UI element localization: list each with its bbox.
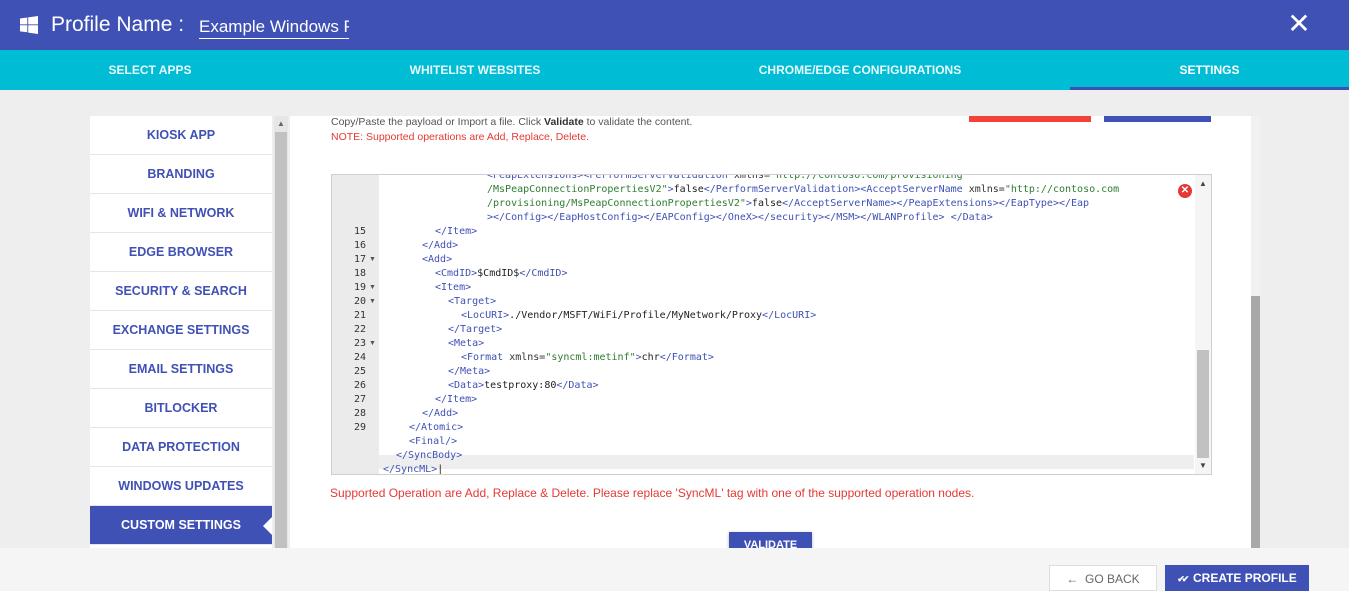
- editor-scroll-thumb[interactable]: [1197, 350, 1209, 458]
- sidebar-item-bitlocker[interactable]: BITLOCKER: [90, 389, 272, 428]
- line-number: 21: [353, 310, 366, 321]
- code-line: </Add>: [422, 240, 459, 251]
- scroll-up-icon[interactable]: ▲: [1199, 179, 1207, 188]
- code-line: <LocURI>./Vendor/MSFT/WiFi/Profile/MyNet…: [461, 310, 817, 321]
- validate-button[interactable]: VALIDATE: [729, 532, 812, 548]
- code-line: <Final/>: [409, 436, 458, 447]
- code-line: </SyncBody>: [396, 450, 463, 461]
- sidebar-item-exchange-settings[interactable]: EXCHANGE SETTINGS: [90, 311, 272, 350]
- sidebar-item-security-search[interactable]: SECURITY & SEARCH: [90, 272, 272, 311]
- sidebar-item-data-protection[interactable]: DATA PROTECTION: [90, 428, 272, 467]
- custom-settings-panel: Copy/Paste the payload or Import a file.…: [290, 116, 1251, 548]
- line-number: 16: [353, 240, 366, 251]
- close-icon[interactable]: ✕: [1287, 10, 1311, 38]
- fold-toggle-icon[interactable]: ▼: [369, 337, 376, 351]
- export-button[interactable]: [1104, 116, 1211, 122]
- tab-bar: SELECT APPS WHITELIST WEBSITES CHROME/ED…: [0, 50, 1349, 90]
- sidebar-item-email-settings[interactable]: EMAIL SETTINGS: [90, 350, 272, 389]
- code-line: ></Config></EapHostConfig></EAPConfig></…: [487, 212, 993, 223]
- line-number: 19: [353, 282, 366, 293]
- code-line: <CmdID>$CmdID$</CmdID>: [435, 268, 568, 279]
- line-number: 27: [353, 394, 366, 405]
- code-line: </Atomic>: [409, 422, 464, 433]
- code-line: <Add>: [422, 254, 453, 265]
- create-profile-label: CREATE PROFILE: [1192, 571, 1297, 585]
- fold-toggle-icon[interactable]: ▼: [369, 281, 376, 295]
- line-number: 22: [353, 324, 366, 335]
- line-number: 26: [353, 380, 366, 391]
- profile-name-label: Profile Name :: [51, 13, 185, 36]
- line-number: 25: [353, 366, 366, 377]
- error-icon[interactable]: ✕: [1178, 184, 1192, 198]
- line-number: 17: [353, 254, 366, 265]
- tab-settings[interactable]: SETTINGS: [1070, 50, 1349, 90]
- footer-bar: ← GO BACK ✔✔ CREATE PROFILE: [0, 548, 1349, 591]
- supported-operations-note: NOTE: Supported operations are Add, Repl…: [331, 131, 589, 143]
- fold-toggle-icon[interactable]: ▼: [369, 295, 376, 309]
- sidebar-item-edge-browser[interactable]: EDGE BROWSER: [90, 233, 272, 272]
- page-scrollbar[interactable]: [1251, 116, 1260, 548]
- code-line: </Target>: [448, 324, 503, 335]
- line-number: 29: [353, 422, 366, 433]
- line-number: 20: [353, 296, 366, 307]
- code-area[interactable]: <PeapExtensions><PerformServerValidation…: [379, 175, 1194, 474]
- go-back-label: GO BACK: [1084, 572, 1140, 586]
- sidebar-item-windows-updates[interactable]: WINDOWS UPDATES: [90, 467, 272, 506]
- code-line: /provisioning/MsPeapConnectionProperties…: [487, 198, 1090, 209]
- code-line: /MsPeapConnectionPropertiesV2">false</Pe…: [487, 184, 1120, 195]
- code-line: <PeapExtensions><PerformServerValidation…: [487, 174, 963, 181]
- sidebar-scroll-thumb[interactable]: [275, 132, 287, 548]
- code-line: <Data>testproxy:80</Data>: [448, 380, 599, 391]
- active-line-highlight: [379, 455, 1194, 469]
- create-profile-button[interactable]: ✔✔ CREATE PROFILE: [1165, 565, 1309, 591]
- code-line: <Target>: [448, 296, 497, 307]
- scroll-up-icon[interactable]: ▲: [277, 119, 285, 128]
- code-editor[interactable]: 15 16 17 ▼ 18 19 ▼ 20 ▼ 21 22 23 ▼ 24 25 26 27 28 29 <Peap…: [331, 174, 1212, 475]
- code-line: </Item>: [435, 226, 478, 237]
- sidebar-item-branding[interactable]: BRANDING: [90, 155, 272, 194]
- code-line: </Add>: [422, 408, 459, 419]
- profile-name-input[interactable]: [199, 15, 349, 39]
- line-number-gutter: 15 16 17 ▼ 18 19 ▼ 20 ▼ 21 22 23 ▼ 24 25 26 27 28 29: [332, 175, 379, 474]
- go-back-button[interactable]: ← GO BACK: [1049, 565, 1157, 591]
- import-button[interactable]: [969, 116, 1091, 122]
- code-line: </Meta>: [448, 366, 491, 377]
- line-number: 28: [353, 408, 366, 419]
- windows-logo-icon: [20, 16, 38, 34]
- fold-toggle-icon[interactable]: ▼: [369, 253, 376, 267]
- title-bar: Profile Name : ✕: [0, 0, 1349, 50]
- scroll-down-icon[interactable]: ▼: [1199, 461, 1207, 470]
- page-scroll-thumb[interactable]: [1251, 296, 1260, 548]
- arrow-left-icon: ←: [1066, 572, 1079, 586]
- double-check-icon: ✔✔: [1177, 574, 1189, 584]
- sidebar-item-kiosk-app[interactable]: KIOSK APP: [90, 116, 272, 155]
- tab-whitelist-websites[interactable]: WHITELIST WEBSITES: [300, 50, 650, 90]
- settings-sidebar: KIOSK APP BRANDING WIFI & NETWORK EDGE B…: [90, 116, 272, 548]
- tab-select-apps[interactable]: SELECT APPS: [0, 50, 300, 90]
- code-line: <Item>: [435, 282, 472, 293]
- sidebar-item-custom-settings[interactable]: CUSTOM SETTINGS: [90, 506, 272, 545]
- instructions-text: Copy/Paste the payload or Import a file.…: [331, 116, 693, 128]
- line-number: 15: [353, 226, 366, 237]
- sidebar-item-wifi-network[interactable]: WIFI & NETWORK: [90, 194, 272, 233]
- validation-error-message: Supported Operation are Add, Replace & D…: [330, 486, 975, 500]
- line-number: 24: [353, 352, 366, 363]
- code-line: </SyncML>|: [383, 464, 444, 475]
- code-line: <Format xmlns="syncml:metinf">chr</Forma…: [461, 352, 714, 363]
- editor-scrollbar[interactable]: ▲ ▼: [1195, 175, 1211, 474]
- code-line: </Item>: [435, 394, 478, 405]
- code-line: <Meta>: [448, 338, 485, 349]
- line-number: 23: [353, 338, 366, 349]
- sidebar-scrollbar[interactable]: ▲: [274, 116, 288, 548]
- tab-chrome-edge-configurations[interactable]: CHROME/EDGE CONFIGURATIONS: [650, 50, 1070, 90]
- line-number: 18: [353, 268, 366, 279]
